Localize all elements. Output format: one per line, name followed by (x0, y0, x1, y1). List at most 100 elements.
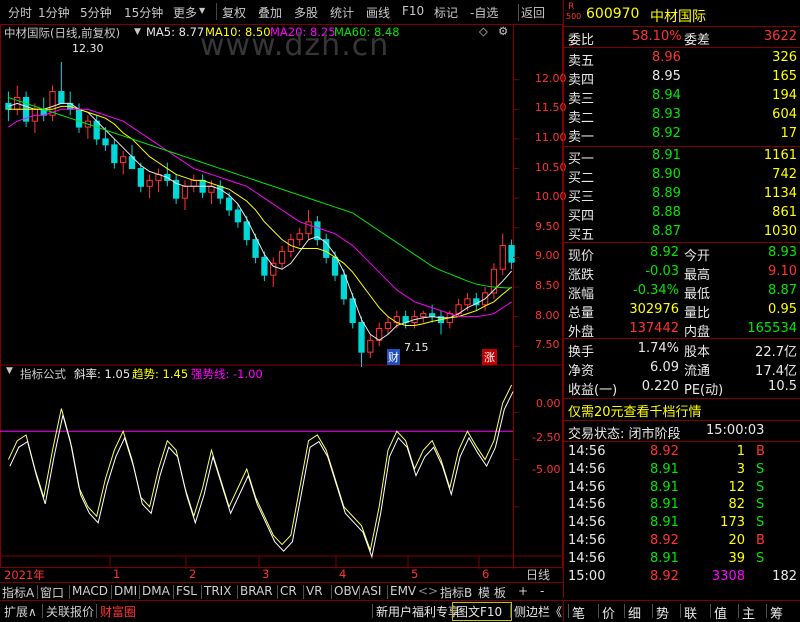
indicator-tab[interactable]: 板 (494, 584, 506, 601)
candle (376, 322, 383, 347)
candle (261, 251, 268, 282)
sell-row[interactable]: 卖四 8.95 165 (564, 69, 800, 88)
indicator-tab[interactable]: + (518, 584, 528, 598)
indicator-tab[interactable]: 模 (478, 584, 490, 601)
indicator-tab[interactable]: MACD (72, 584, 108, 598)
tongji-button[interactable]: 统计 (330, 4, 354, 21)
indicator-name[interactable]: 指标公式 (20, 366, 66, 382)
tick-row[interactable]: 14:56 8.91 173 S (564, 515, 800, 533)
indicator-dropdown-icon[interactable]: ▼ (6, 366, 13, 376)
quote-label: 净资 (568, 364, 595, 379)
indicator-tab[interactable]: EMV (390, 584, 416, 598)
trend-line (7, 384, 513, 553)
tick-row[interactable]: 14:56 8.92 20 B (564, 533, 800, 551)
buy-row[interactable]: 买四 8.88 861 (564, 205, 800, 224)
tab-15min[interactable]: 15分钟 (124, 4, 163, 21)
quote-panel: R 500 600970 中材国际 委比 58.10% 委差 3622 卖五 8.… (563, 0, 800, 598)
tab-5min[interactable]: 5分钟 (80, 4, 112, 21)
indicator-tab[interactable]: 指标B (440, 584, 472, 601)
tabs-right-arrow[interactable]: > (428, 584, 438, 598)
buy-row[interactable]: 买三 8.89 1134 (564, 186, 800, 205)
fuquan-button[interactable]: 复权 (222, 4, 246, 21)
period-label[interactable]: 日线 (526, 566, 550, 583)
tabs-left-arrow[interactable]: < (418, 584, 428, 598)
sell-row[interactable]: 卖三 8.94 194 (564, 88, 800, 107)
indicator-tab[interactable]: DMA (142, 584, 170, 598)
quote-value: 0.220 (641, 379, 679, 394)
tick-row[interactable]: 14:56 8.91 82 S (564, 497, 800, 515)
buy-row[interactable]: 买二 8.90 742 (564, 167, 800, 186)
indicator-tab[interactable]: ASI (362, 584, 381, 598)
indicator-tab[interactable]: TRIX (204, 584, 231, 598)
promo-row[interactable]: 仅需20元查看千档行情 (564, 401, 800, 420)
quote-label-2: 今开 (684, 249, 711, 264)
tab-fenshi[interactable]: 分时 (8, 4, 32, 21)
cai-badge[interactable]: 财 (387, 349, 400, 365)
bottom-tab[interactable]: 侧边栏《 (514, 603, 562, 620)
quote-value: 8.92 (650, 245, 679, 260)
price-label: 9.00 (535, 249, 560, 263)
watermark: www.dzh.cn (200, 28, 390, 63)
quote-row: 现价 8.92 今开 8.93 (564, 245, 800, 264)
quote-value: 137442 (629, 321, 679, 336)
buy-label: 买五 (568, 228, 595, 243)
quote-row: 换手 1.74% 股本 22.7亿 (564, 341, 800, 360)
tab-1min[interactable]: 1分钟 (38, 4, 70, 21)
quote-value-2: 17.4亿 (755, 364, 797, 379)
duogu-button[interactable]: 多股 (294, 4, 318, 21)
candle (146, 174, 153, 199)
tick-row[interactable]: 14:56 8.91 12 S (564, 480, 800, 498)
price-label: 10.00 (535, 190, 567, 204)
buy-row[interactable]: 买五 8.87 1030 (564, 224, 800, 243)
bottom-tab[interactable]: 扩展∧ (4, 603, 37, 620)
tick-row[interactable]: 14:56 8.91 39 S (564, 551, 800, 569)
sell-row[interactable]: 卖二 8.93 604 (564, 107, 800, 126)
candle (120, 150, 127, 175)
kline-chart[interactable] (0, 24, 563, 569)
add-watchlist-button[interactable]: -自选 (470, 4, 498, 21)
tick-volume: 20 (728, 533, 745, 548)
sell-label: 卖四 (568, 73, 595, 88)
more-dropdown-icon[interactable]: ▼ (199, 6, 205, 15)
quote-label: 涨跌 (568, 268, 595, 283)
bottom-tab[interactable]: 财富圈 (100, 603, 136, 620)
quote-label-2: 股本 (684, 345, 711, 360)
indicator-tab[interactable]: CR (280, 584, 297, 598)
diejia-button[interactable]: 叠加 (258, 4, 282, 21)
candle (490, 263, 498, 299)
sell-row[interactable]: 卖一 8.92 17 (564, 126, 800, 145)
huaxian-button[interactable]: 画线 (366, 4, 390, 21)
diamond-icon[interactable]: ◇ (479, 24, 488, 38)
tab-more[interactable]: 更多 (173, 4, 197, 21)
f10-button[interactable]: F10 (402, 4, 424, 18)
tick-direction: S (756, 497, 765, 513)
indicator-tab[interactable]: - (540, 584, 544, 598)
buy-volume: 1161 (763, 148, 797, 163)
tick-direction: B (756, 444, 765, 459)
indicator-tab[interactable]: 窗口 (40, 584, 64, 601)
bottom-tab[interactable]: 新用户福利专享 (376, 603, 460, 620)
strong-line-label: 强势线: -1.00 (191, 367, 263, 381)
tick-time: 14:56 (568, 479, 606, 495)
buy-price: 8.91 (652, 148, 681, 163)
biaoji-button[interactable]: 标记 (434, 4, 458, 21)
promo-text[interactable]: 仅需20元查看千档行情 (568, 401, 702, 420)
indicator-tab[interactable]: BRAR (240, 584, 273, 598)
dropdown-icon[interactable]: ▼ (134, 27, 141, 37)
candle (499, 233, 506, 276)
zhang-badge[interactable]: 涨 (482, 349, 497, 365)
indicator-tab[interactable]: VR (306, 584, 323, 598)
indicator-tab[interactable]: FSL (176, 584, 197, 598)
tick-row[interactable]: 14:56 8.92 1 B (564, 444, 800, 462)
buy-row[interactable]: 买一 8.91 1161 (564, 148, 800, 167)
sell-row[interactable]: 卖五 8.96 326 (564, 50, 800, 69)
weibi-label: 委比 (568, 33, 595, 48)
month-5: 5 (411, 567, 419, 581)
bottom-tab[interactable]: 关联报价 (46, 603, 94, 620)
tick-row[interactable]: 14:56 8.91 3 S (564, 462, 800, 480)
indicator-tab[interactable]: 指标A (2, 584, 34, 601)
indicator-tab[interactable]: OBV (334, 584, 360, 598)
settings-icon[interactable]: ⚙ (498, 24, 508, 38)
indicator-tab[interactable]: DMI (114, 584, 137, 598)
tick-row[interactable]: 15:00 8.92 3308 182 (564, 569, 800, 587)
